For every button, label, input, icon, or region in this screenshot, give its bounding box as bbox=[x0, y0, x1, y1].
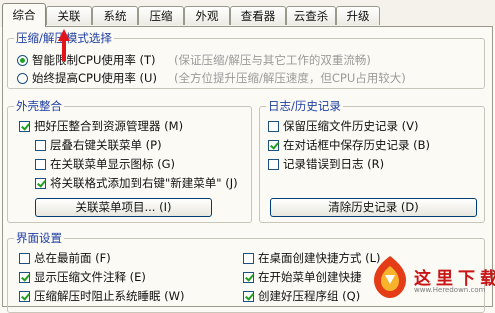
checkbox[interactable] bbox=[19, 253, 30, 264]
menu-items-button[interactable]: 关联菜单项目... (I) bbox=[35, 198, 212, 217]
clear-history-button[interactable]: 清除历史记录 (D) bbox=[270, 198, 477, 217]
check-cascade-menu[interactable]: 层叠右键关联菜单 (P) bbox=[35, 137, 162, 153]
checkbox[interactable] bbox=[35, 159, 46, 170]
tab-associations[interactable]: 关联 bbox=[46, 6, 92, 25]
checkbox[interactable] bbox=[243, 272, 254, 283]
tab-strip: 综合 关联 系统 压缩 外观 查看器 云查杀 升级 bbox=[0, 0, 495, 27]
history-group-title: 日志/历史记录 bbox=[266, 99, 343, 113]
check-label: 创建好压程序组 (Q) bbox=[258, 289, 361, 303]
check-keep-history[interactable]: 保留压缩文件历史记录 (V) bbox=[268, 118, 419, 134]
watermark-url: www.Heredown.com bbox=[414, 286, 486, 294]
check-program-group[interactable]: 创建好压程序组 (Q) bbox=[243, 288, 360, 304]
checkbox[interactable] bbox=[243, 253, 254, 264]
mode-option-boost-label: 始终提高CPU使用率 (U) bbox=[32, 71, 157, 85]
check-dialog-history[interactable]: 在对话框中保存历史记录 (B) bbox=[268, 137, 430, 153]
check-label: 显示压缩文件注释 (E) bbox=[34, 270, 146, 284]
check-show-comment[interactable]: 显示压缩文件注释 (E) bbox=[19, 269, 146, 285]
check-start-menu-shortcut[interactable]: 在开始菜单创建快捷 bbox=[243, 269, 362, 285]
checkbox[interactable] bbox=[268, 159, 279, 170]
watermark: 这里下载 www.Heredown.com bbox=[368, 250, 495, 307]
tab-update[interactable]: 升级 bbox=[336, 6, 380, 25]
watermark-logo-icon bbox=[374, 256, 406, 298]
check-new-menu[interactable]: 将关联格式添加到右键"新建菜单" (J) bbox=[35, 175, 238, 191]
check-label: 记录错误到日志 (R) bbox=[283, 157, 385, 171]
check-label: 保留压缩文件历史记录 (V) bbox=[283, 119, 419, 133]
red-arrow-icon bbox=[58, 29, 70, 61]
tab-general[interactable]: 综合 bbox=[2, 3, 46, 27]
tab-viewer[interactable]: 查看器 bbox=[230, 6, 286, 25]
checkbox[interactable] bbox=[19, 291, 30, 302]
checkbox[interactable] bbox=[243, 291, 254, 302]
mode-option-boost-hint: (全方位提升压缩/解压速度，但CPU占用较大) bbox=[174, 71, 406, 85]
shell-group-title: 外壳整合 bbox=[14, 99, 64, 113]
check-label: 将关联格式添加到右键"新建菜单" (J) bbox=[50, 176, 238, 190]
check-label: 压缩解压时阻止系统睡眠 (W) bbox=[34, 289, 185, 303]
check-label: 总在最前面 (F) bbox=[34, 251, 111, 265]
checkbox[interactable] bbox=[268, 140, 279, 151]
checkbox[interactable] bbox=[35, 140, 46, 151]
mode-option-smart-label: 智能限制CPU使用率 (T) bbox=[32, 53, 156, 67]
check-integrate-explorer[interactable]: 把好压整合到资源管理器 (M) bbox=[19, 118, 183, 134]
check-label: 在关联菜单显示图标 (G) bbox=[50, 157, 176, 171]
check-desktop-shortcut[interactable]: 在桌面创建快捷方式 (L) bbox=[243, 250, 381, 266]
mode-option-smart[interactable]: 智能限制CPU使用率 (T) bbox=[17, 52, 156, 68]
check-always-on-top[interactable]: 总在最前面 (F) bbox=[19, 250, 111, 266]
checkbox[interactable] bbox=[268, 121, 279, 132]
tab-cloud-scan[interactable]: 云查杀 bbox=[286, 6, 336, 25]
checkbox[interactable] bbox=[19, 272, 30, 283]
check-error-log[interactable]: 记录错误到日志 (R) bbox=[268, 156, 384, 172]
tab-compression[interactable]: 压缩 bbox=[138, 6, 184, 25]
checkbox[interactable] bbox=[19, 121, 30, 132]
checkbox[interactable] bbox=[35, 178, 46, 189]
check-label: 在桌面创建快捷方式 (L) bbox=[258, 251, 381, 265]
tab-appearance[interactable]: 外观 bbox=[184, 6, 230, 25]
check-label: 在对话框中保存历史记录 (B) bbox=[283, 138, 431, 152]
check-label: 把好压整合到资源管理器 (M) bbox=[34, 119, 184, 133]
check-prevent-sleep[interactable]: 压缩解压时阻止系统睡眠 (W) bbox=[19, 288, 185, 304]
mode-option-boost[interactable]: 始终提高CPU使用率 (U) bbox=[17, 70, 157, 86]
radio-smart[interactable] bbox=[17, 55, 28, 66]
check-menu-icons[interactable]: 在关联菜单显示图标 (G) bbox=[35, 156, 175, 172]
radio-boost[interactable] bbox=[17, 73, 28, 84]
mode-option-smart-hint: (保证压缩/解压与其它工作的双重流畅) bbox=[174, 53, 371, 67]
ui-group-title: 界面设置 bbox=[14, 231, 64, 245]
check-label: 层叠右键关联菜单 (P) bbox=[50, 138, 162, 152]
tab-system[interactable]: 系统 bbox=[92, 6, 138, 25]
check-label: 在开始菜单创建快捷 bbox=[258, 270, 362, 284]
